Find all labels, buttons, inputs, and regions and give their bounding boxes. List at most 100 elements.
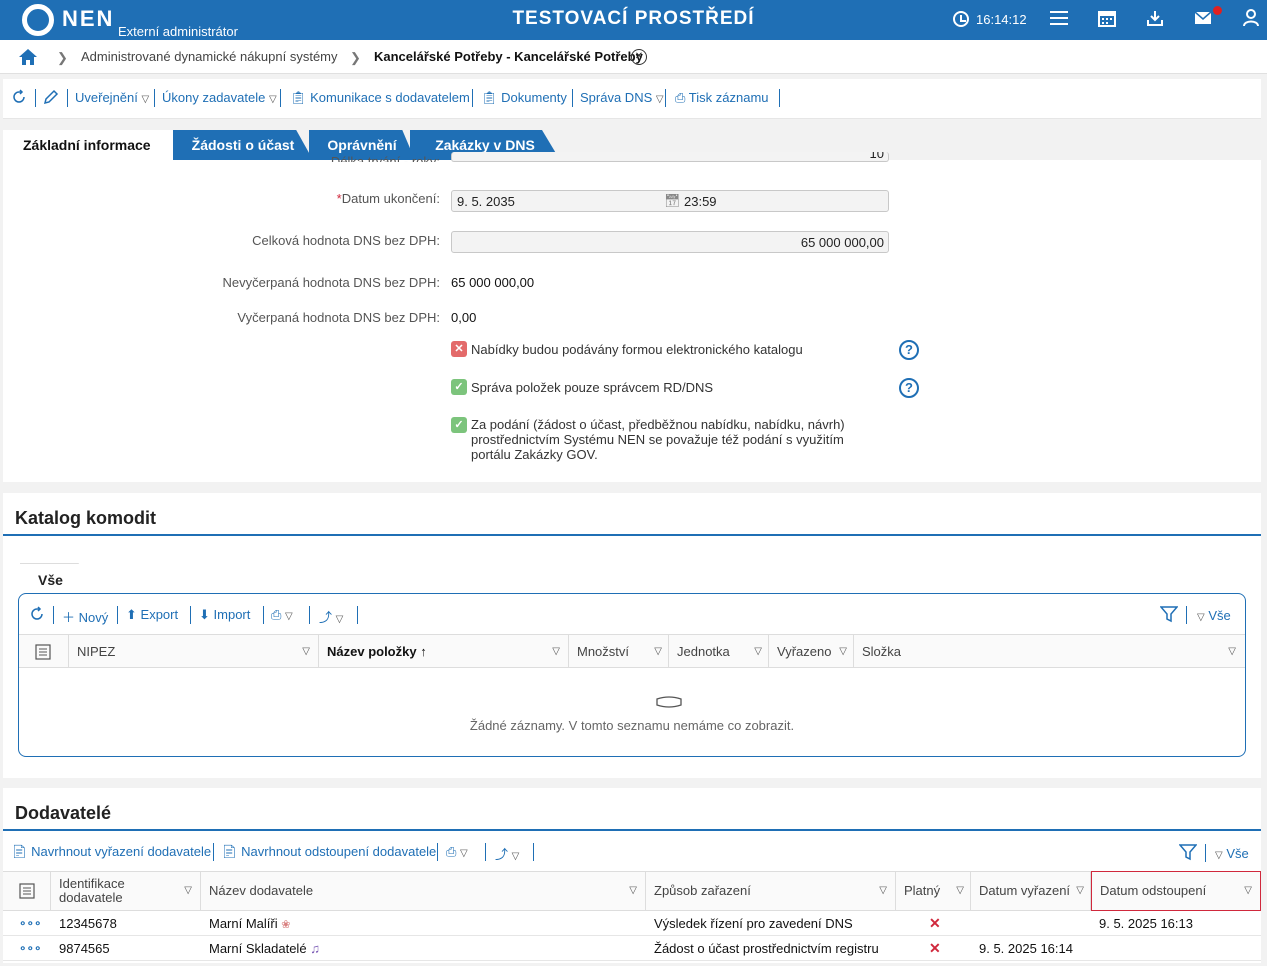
basic-info-panel: Délka trvání - roky: 10 *Datum ukončení:… <box>3 152 1261 482</box>
share-menu[interactable]: ⤴︎ ▽ <box>319 607 343 626</box>
supplier-communication-button[interactable]: 📋︎ Komunikace s dodavatelem <box>290 90 470 106</box>
toolbar-separator <box>117 606 118 624</box>
toolbar-separator <box>190 606 191 624</box>
column-quantity[interactable]: Množství ▽ <box>569 635 669 668</box>
propose-exclusion-button[interactable]: 📄︎ Navrhnout vyřazení dodavatele <box>11 844 211 860</box>
dns-management-menu[interactable]: Správa DNS ▽ <box>580 90 664 105</box>
column-inclusion-mode[interactable]: Způsob zařazení ▽ <box>646 872 896 910</box>
row-menu-icon[interactable]: ∘∘∘ <box>19 936 42 961</box>
catalog-title: Katalog komodit <box>15 508 157 528</box>
filter-all-menu[interactable]: ▽ Vše <box>1197 608 1231 623</box>
toolbar-separator <box>263 606 264 624</box>
environment-title: TESTOVACÍ PROSTŘEDÍ <box>512 8 755 29</box>
column-supplier-name[interactable]: Název dodavatele ▽ <box>201 872 646 910</box>
sort-asc-icon: ↑ <box>420 644 427 659</box>
column-settings-icon[interactable] <box>3 872 51 910</box>
column-nipez[interactable]: NIPEZ ▽ <box>69 635 319 668</box>
toolbar-separator <box>665 89 666 107</box>
session-clock: 16:14:12 <box>976 12 1027 27</box>
contracting-actions-menu[interactable]: Úkony zadavatele ▽ <box>162 90 277 105</box>
gov-portal-label: Za podání (žádost o účast, předběžnou na… <box>471 417 845 462</box>
suppliers-panel: Dodavatelé 📄︎ Navrhnout vyřazení dodavat… <box>3 788 1261 963</box>
filter-all-menu[interactable]: ▽ Vše <box>1215 846 1249 861</box>
column-folder[interactable]: Složka ▽ <box>854 635 1244 668</box>
user-icon[interactable] <box>1240 9 1262 31</box>
home-icon[interactable] <box>18 48 38 66</box>
printer-icon: ⎙ <box>446 844 457 859</box>
help-icon[interactable]: ? <box>899 378 919 398</box>
propose-withdrawal-button[interactable]: 📄︎ Navrhnout odstoupení dodavatele <box>221 844 436 860</box>
column-valid[interactable]: Platný ▽ <box>896 872 971 910</box>
toolbar-separator <box>779 89 780 107</box>
admin-items-checkbox[interactable]: ✓ <box>451 379 467 395</box>
download-icon[interactable] <box>1144 9 1166 31</box>
gov-portal-checkbox[interactable]: ✓ <box>451 417 467 433</box>
new-item-button[interactable]: ＋ Nový <box>62 607 108 626</box>
catalog-grid: ＋ Nový ⬆︎ Export ⬇︎ Import ⎙ ▽ ⤴︎ ▽ ▽ Vš… <box>18 593 1246 757</box>
print-menu[interactable]: ⎙ ▽ <box>271 607 293 623</box>
share-icon: ⤴︎ <box>495 847 509 862</box>
toolbar-separator <box>154 89 155 107</box>
column-excluded[interactable]: Vyřazeno ▽ <box>769 635 854 668</box>
top-bar: NEN Externí administrátor TESTOVACÍ PROS… <box>0 0 1267 40</box>
end-date-field[interactable]: 9. 5. 2035 📅︎ 23:59 <box>451 190 889 212</box>
breadcrumb-item-dns-list[interactable]: Administrované dynamické nákupní systémy <box>81 49 338 64</box>
supplier-name[interactable]: Marní Malíři ❀ <box>209 911 290 938</box>
duration-label: Délka trvání - roky: <box>330 154 440 162</box>
mail-icon[interactable] <box>1192 9 1214 31</box>
unused-value-label: Nevyčerpaná hodnota DNS bez DPH: <box>222 275 440 290</box>
clipboard-icon: 📋︎ <box>290 90 307 105</box>
admin-items-label: Správa položek pouze správcem RD/DNS <box>471 380 714 395</box>
palette-icon: ❀ <box>281 919 291 931</box>
column-item-name[interactable]: Název položky ↑ ▽ <box>319 635 569 668</box>
toolbar-separator <box>35 89 36 107</box>
catalog-offers-label: Nabídky budou podávány formou elektronic… <box>471 342 803 357</box>
close-icon[interactable]: ✕ <box>631 49 647 65</box>
menu-icon[interactable] <box>1048 9 1070 31</box>
column-unit[interactable]: Jednotka ▽ <box>669 635 769 668</box>
table-row[interactable]: ∘∘∘ 12345678 Marní Malíři ❀ Výsledek říz… <box>3 911 1261 936</box>
edit-icon[interactable] <box>43 89 59 108</box>
publication-menu[interactable]: Uveřejnění ▽ <box>75 90 149 105</box>
supplier-id: 12345678 <box>59 916 117 931</box>
supplier-id: 9874565 <box>59 941 110 956</box>
plus-icon: ＋ <box>62 610 76 625</box>
record-toolbar: Uveřejnění ▽ Úkony zadavatele ▽ 📋︎ Komun… <box>3 79 1261 119</box>
catalog-header: NIPEZ ▽ Název položky ↑ ▽ Množství ▽ Jednot… <box>19 634 1245 668</box>
duration-field[interactable]: 10 <box>451 152 889 162</box>
row-menu-icon[interactable]: ∘∘∘ <box>19 911 42 936</box>
export-button[interactable]: ⬆︎ Export <box>126 607 178 623</box>
filter-icon[interactable] <box>1159 605 1179 626</box>
catalog-offers-checkbox[interactable]: ✕ <box>451 341 467 357</box>
import-button[interactable]: ⬇︎ Import <box>199 607 250 623</box>
toolbar-separator <box>67 89 68 107</box>
total-value-field[interactable]: 65 000 000,00 <box>451 231 889 253</box>
print-record-button[interactable]: ⎙ Tisk záznamu <box>675 90 769 106</box>
filter-icon[interactable] <box>1178 843 1198 864</box>
clipboard-icon: 📋︎ <box>481 90 498 105</box>
clock-icon <box>953 11 969 27</box>
share-menu[interactable]: ⤴︎ ▽ <box>495 844 519 863</box>
end-time: 23:59 <box>684 194 717 209</box>
calendar-icon[interactable]: 📅︎ <box>664 193 681 209</box>
calendar-icon[interactable] <box>1096 9 1118 31</box>
refresh-icon[interactable] <box>11 89 27 108</box>
toolbar-separator <box>1205 844 1206 862</box>
inclusion-mode: Žádost o účast prostřednictvím registru <box>654 941 879 956</box>
refresh-icon[interactable] <box>29 606 45 625</box>
print-menu[interactable]: ⎙ ▽ <box>446 844 468 860</box>
column-withdrawal-date[interactable]: Datum odstoupení ▽ <box>1091 871 1261 911</box>
suppliers-header: Identifikace dodavatele ▽ Název dodavatel… <box>3 871 1261 911</box>
table-row[interactable]: ∘∘∘ 9874565 Marní Skladatelé ♫ Žádost o … <box>3 936 1261 961</box>
supplier-name[interactable]: Marní Skladatelé ♫ <box>209 936 320 961</box>
documents-button[interactable]: 📋︎ Dokumenty <box>481 90 567 106</box>
column-exclusion-date[interactable]: Datum vyřazení ▽ <box>971 872 1091 910</box>
unused-value: 65 000 000,00 <box>451 275 535 290</box>
column-settings-icon[interactable] <box>19 635 69 668</box>
column-supplier-id[interactable]: Identifikace dodavatele ▽ <box>51 872 201 910</box>
toolbar-separator <box>485 843 486 861</box>
tab-all[interactable]: Vše <box>20 563 98 593</box>
export-icon: ⬆︎ <box>126 607 137 622</box>
share-icon: ⤴︎ <box>319 610 333 625</box>
help-icon[interactable]: ? <box>899 340 919 360</box>
